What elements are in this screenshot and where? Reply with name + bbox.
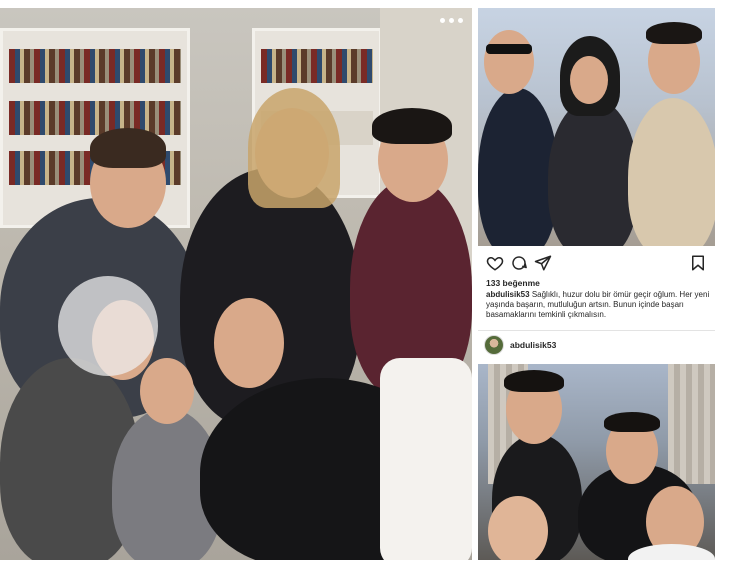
send-icon[interactable] bbox=[534, 254, 552, 272]
divider bbox=[478, 330, 715, 331]
comment-username[interactable]: abdulisik53 bbox=[510, 340, 556, 350]
post-image-bottom bbox=[478, 364, 715, 560]
comment-icon[interactable] bbox=[510, 254, 528, 272]
more-horizontal-icon[interactable] bbox=[436, 14, 466, 26]
caption-username[interactable]: abdulisik53 bbox=[486, 290, 530, 299]
action-bar bbox=[486, 254, 707, 274]
comment-user-row[interactable]: abdulisik53 bbox=[484, 334, 556, 356]
heart-icon[interactable] bbox=[486, 254, 504, 272]
post-image-top bbox=[478, 8, 715, 246]
avatar[interactable] bbox=[484, 335, 504, 355]
like-count[interactable]: 133 beğenme bbox=[486, 278, 540, 288]
family-photo-large bbox=[0, 8, 472, 560]
post-caption: abdulisik53 Sağlıklı, huzur dolu bir ömü… bbox=[486, 290, 712, 320]
bookmark-icon[interactable] bbox=[689, 254, 707, 272]
cushion bbox=[380, 358, 472, 560]
